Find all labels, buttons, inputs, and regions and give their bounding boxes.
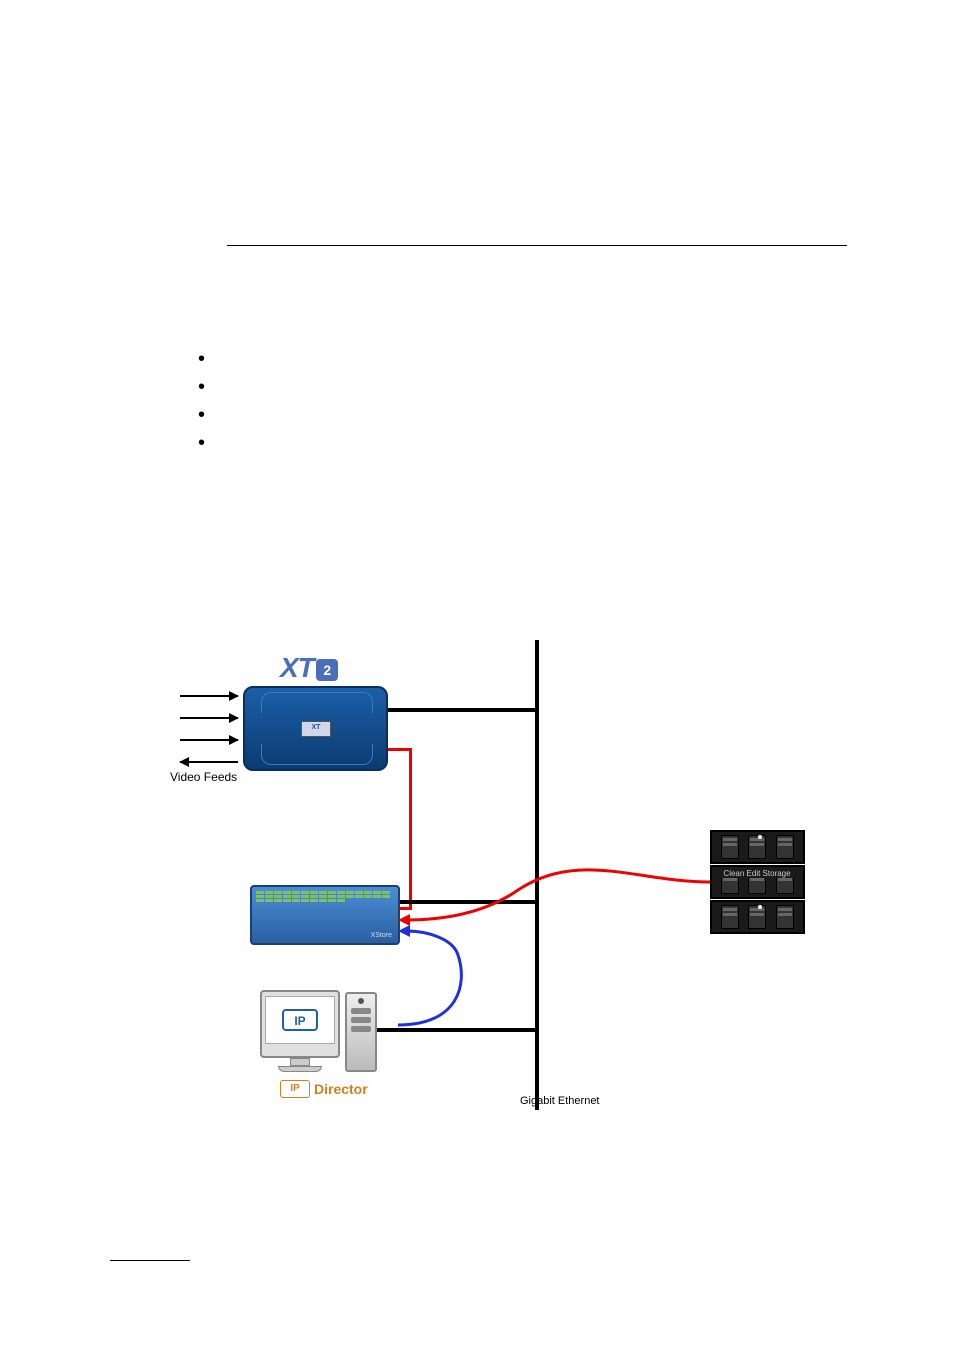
xt2-ethernet-link bbox=[388, 708, 537, 712]
monitor-base bbox=[278, 1066, 322, 1072]
section-divider bbox=[227, 245, 847, 246]
ipdirector-ethernet-link bbox=[377, 1028, 537, 1032]
video-feed-in-arrow bbox=[180, 695, 238, 697]
storage-unit bbox=[710, 900, 805, 934]
video-feed-in-arrow bbox=[180, 739, 238, 741]
xstore-device: XStore bbox=[250, 885, 400, 945]
bullet-list: • • • • bbox=[198, 345, 205, 457]
ip-badge-icon: IP bbox=[280, 1080, 310, 1098]
ipdirector-monitor: IP bbox=[260, 990, 340, 1058]
network-diagram: Gigabit Ethernet XT2 XT Video Feeds XSto… bbox=[180, 640, 840, 1140]
bullet: • bbox=[198, 373, 205, 401]
video-feeds-label: Video Feeds bbox=[170, 770, 237, 784]
ipdirector-label: IP Director bbox=[280, 1080, 368, 1098]
ipdirector-tower bbox=[345, 992, 377, 1072]
gigabit-ethernet-label: Gigabit Ethernet bbox=[520, 1095, 600, 1107]
clean-edit-storage-label: Clean Edit Storage bbox=[716, 869, 798, 878]
xt2-title: XT2 bbox=[280, 652, 338, 684]
clean-edit-storage-rack: Clean Edit Storage bbox=[710, 830, 805, 935]
ipdirector-screen: IP bbox=[265, 996, 335, 1044]
bullet: • bbox=[198, 345, 205, 373]
ip-logo-icon: IP bbox=[282, 1009, 318, 1031]
ipdirector-to-xstore-link bbox=[398, 925, 478, 1030]
footnote-divider bbox=[110, 1260, 190, 1261]
xstore-drive-bays bbox=[252, 887, 398, 906]
ipdirector-name: Director bbox=[314, 1081, 368, 1097]
xstore-label: XStore bbox=[371, 932, 392, 939]
storage-unit bbox=[710, 830, 805, 864]
xt2-device: XT bbox=[243, 686, 388, 771]
video-feed-in-arrow bbox=[180, 717, 238, 719]
video-feed-out-arrow bbox=[180, 761, 238, 763]
monitor-stand bbox=[290, 1058, 310, 1066]
bullet: • bbox=[198, 401, 205, 429]
bullet: • bbox=[198, 429, 205, 457]
xt2-front-badge: XT bbox=[301, 721, 331, 737]
xt2-title-sub: 2 bbox=[316, 659, 338, 681]
xt2-title-main: XT bbox=[280, 652, 314, 683]
storage-to-xstore-link bbox=[398, 870, 708, 920]
